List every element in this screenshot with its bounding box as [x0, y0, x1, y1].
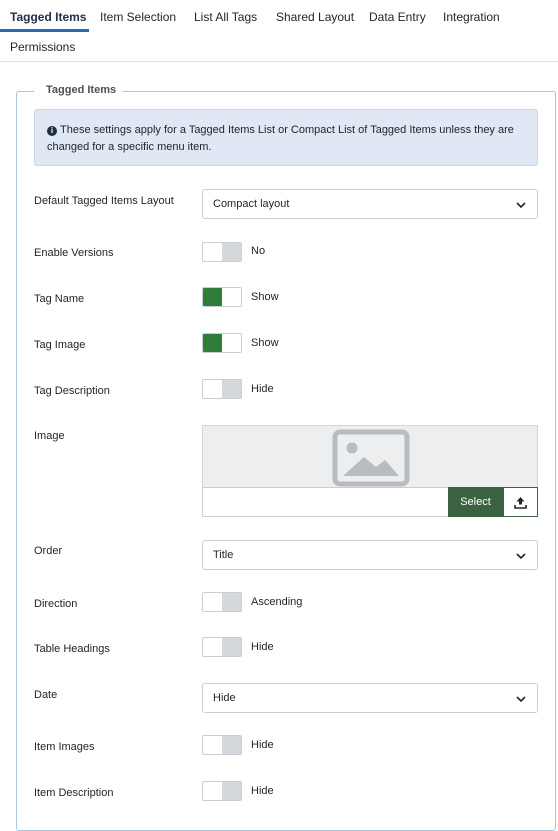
item-images-state: Hide	[251, 739, 274, 751]
item-description-label: Item Description	[34, 787, 114, 799]
tag-description-toggle[interactable]	[202, 379, 242, 399]
layout-select-value: Compact layout	[213, 198, 290, 210]
tag-description-label: Tag Description	[34, 385, 110, 397]
tab-item-selection[interactable]: Item Selection	[100, 10, 176, 24]
upload-icon	[514, 497, 527, 509]
info-text: These settings apply for a Tagged Items …	[47, 124, 514, 153]
image-path-input[interactable]	[202, 487, 449, 517]
chevron-down-icon	[516, 696, 526, 703]
image-placeholder-icon	[332, 429, 410, 487]
tag-image-toggle[interactable]	[202, 333, 242, 353]
table-headings-label: Table Headings	[34, 643, 110, 655]
date-select-value: Hide	[213, 692, 236, 704]
versions-toggle[interactable]	[202, 242, 242, 262]
item-description-state: Hide	[251, 785, 274, 797]
tab-integration[interactable]: Integration	[443, 10, 500, 24]
tab-tagged-items[interactable]: Tagged Items	[10, 10, 86, 24]
layout-select[interactable]: Compact layout	[202, 189, 538, 219]
direction-state: Ascending	[251, 596, 303, 608]
order-select-value: Title	[213, 549, 234, 561]
image-preview	[202, 425, 538, 488]
direction-toggle[interactable]	[202, 592, 242, 612]
tag-name-state: Show	[251, 291, 279, 303]
item-images-toggle[interactable]	[202, 735, 242, 755]
tag-image-label: Tag Image	[34, 339, 86, 351]
table-headings-toggle[interactable]	[202, 637, 242, 657]
image-label: Image	[34, 430, 65, 442]
date-select[interactable]: Hide	[202, 683, 538, 713]
info-alert: i These settings apply for a Tagged Items…	[34, 109, 538, 166]
tab-shared-layout[interactable]: Shared Layout	[276, 10, 354, 24]
info-icon: i	[47, 126, 57, 136]
upload-button[interactable]	[503, 487, 538, 517]
direction-label: Direction	[34, 598, 78, 610]
item-images-label: Item Images	[34, 741, 95, 753]
tag-image-state: Show	[251, 337, 279, 349]
image-select-button[interactable]: Select	[448, 487, 503, 517]
tab-bar: Tagged Items Item Selection List All Tag…	[0, 0, 558, 62]
tab-list-all-tags[interactable]: List All Tags	[194, 10, 257, 24]
tab-permissions[interactable]: Permissions	[10, 40, 75, 54]
tab-data-entry[interactable]: Data Entry	[369, 10, 426, 24]
chevron-down-icon	[516, 553, 526, 560]
order-label: Order	[34, 545, 63, 557]
date-label: Date	[34, 689, 58, 701]
chevron-down-icon	[516, 202, 526, 209]
versions-label: Enable Versions	[34, 247, 114, 259]
item-description-toggle[interactable]	[202, 781, 242, 801]
versions-state: No	[251, 245, 266, 257]
layout-label: Default Tagged Items Layout	[34, 195, 174, 207]
tag-name-toggle[interactable]	[202, 287, 242, 307]
fieldset-legend: Tagged Items	[34, 84, 123, 96]
active-tab-indicator	[0, 29, 89, 32]
tag-description-state: Hide	[251, 383, 274, 395]
tag-name-label: Tag Name	[34, 293, 85, 305]
order-select[interactable]: Title	[202, 540, 538, 570]
table-headings-state: Hide	[251, 641, 274, 653]
